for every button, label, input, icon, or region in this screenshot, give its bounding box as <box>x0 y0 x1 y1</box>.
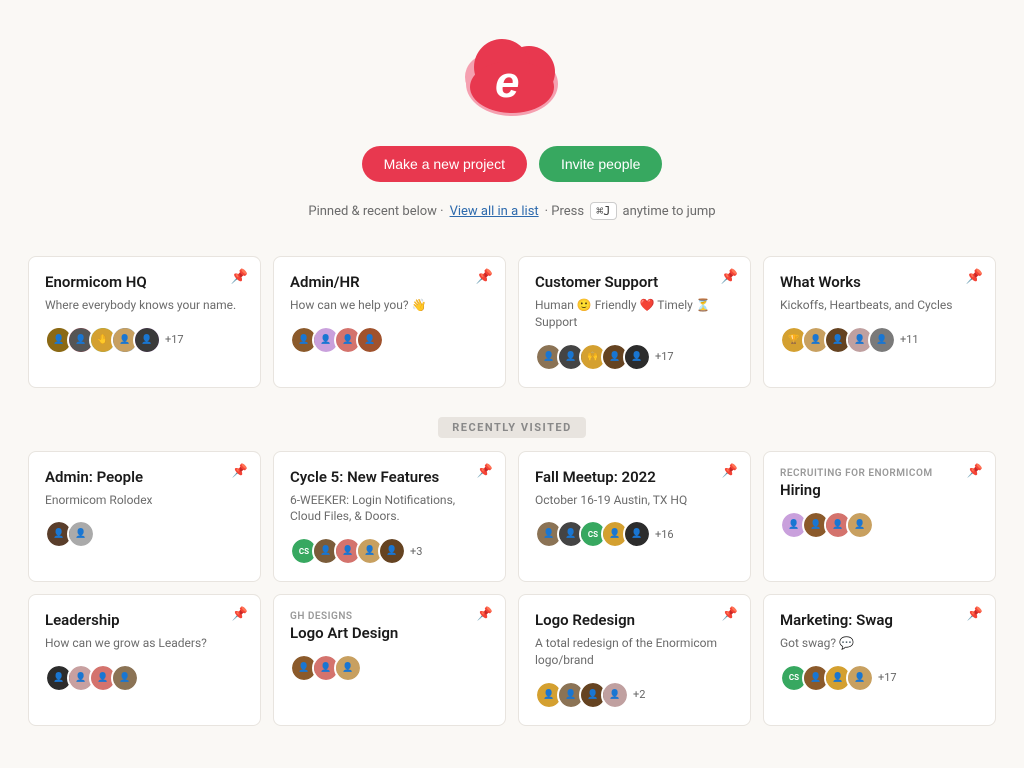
card-title: Enormicom HQ <box>45 273 244 291</box>
card-title: Marketing: Swag <box>780 611 979 629</box>
invite-people-button[interactable]: Invite people <box>539 146 662 182</box>
project-card-leadership[interactable]: 📌 Leadership How can we grow as Leaders?… <box>28 594 261 726</box>
pin-icon: 📌 <box>967 607 983 622</box>
pin-icon: 📌 <box>966 269 983 285</box>
avatar: 👤 <box>623 520 651 548</box>
project-card-admin-hr[interactable]: 📌 Admin/HR How can we help you? 👋 👤 👤 👤 … <box>273 256 506 388</box>
card-description: A total redesign of the Enormicom logo/b… <box>535 635 734 669</box>
pinned-text-after: · Press <box>545 204 584 219</box>
avatar: 👤 <box>334 654 362 682</box>
card-description: How can we help you? 👋 <box>290 297 489 314</box>
card-description: 6-WEEKER: Login Notifications, Cloud Fil… <box>290 492 489 526</box>
action-buttons: Make a new project Invite people <box>362 146 663 182</box>
project-card-fall-meetup[interactable]: 📌 Fall Meetup: 2022 October 16-19 Austin… <box>518 451 751 583</box>
pin-icon: 📌 <box>477 607 493 622</box>
avatar-group: 👤 👤 👤 👤 <box>290 326 489 354</box>
avatar: 👤 <box>846 664 874 692</box>
main-content: 📌 Enormicom HQ Where everybody knows you… <box>0 256 1024 750</box>
pinned-text-before: Pinned & recent below · <box>308 204 443 219</box>
avatar-group: 👤 👤 🙌 👤 👤 +17 <box>535 343 734 371</box>
avatar-count: +16 <box>655 528 674 541</box>
pin-icon: 📌 <box>477 464 493 479</box>
card-title: Cycle 5: New Features <box>290 468 489 486</box>
card-title: What Works <box>780 273 979 291</box>
card-title: Logo Redesign <box>535 611 734 629</box>
card-title: Leadership <box>45 611 244 629</box>
project-card-hiring[interactable]: 📌 RECRUITING FOR ENORMICOM Hiring 👤 👤 👤 … <box>763 451 996 583</box>
pin-icon: 📌 <box>476 269 493 285</box>
pin-icon: 📌 <box>967 464 983 479</box>
recent-projects-grid: 📌 Admin: People Enormicom Rolodex 👤 👤 📌 … <box>28 451 996 726</box>
avatar: 👤 <box>356 326 384 354</box>
avatar-group: CS 👤 👤 👤 +17 <box>780 664 979 692</box>
avatar: 👤 <box>601 681 629 709</box>
avatar: 👤 <box>846 511 874 539</box>
view-all-link[interactable]: View all in a list <box>450 204 539 219</box>
card-description: Enormicom Rolodex <box>45 492 244 509</box>
card-meta: GH DESIGNS <box>290 611 489 622</box>
new-project-button[interactable]: Make a new project <box>362 146 527 182</box>
avatar: 👤 <box>623 343 651 371</box>
card-description: Kickoffs, Heartbeats, and Cycles <box>780 297 979 314</box>
avatar: 👤 <box>868 326 896 354</box>
pinned-text-end: anytime to jump <box>623 204 716 219</box>
avatar-group: 👤 👤 👤 👤 +2 <box>535 681 734 709</box>
pin-icon: 📌 <box>722 464 738 479</box>
card-title: Fall Meetup: 2022 <box>535 468 734 486</box>
recently-visited-label: RECENTLY VISITED <box>28 416 996 435</box>
avatar: 👤 <box>67 520 95 548</box>
avatar-count: +17 <box>878 671 897 684</box>
pin-icon: 📌 <box>231 269 248 285</box>
avatar-group: 👤 👤 <box>45 520 244 548</box>
avatar-group: 👤 👤 👤 👤 <box>780 511 979 539</box>
avatar-count: +3 <box>410 545 422 558</box>
project-card-what-works[interactable]: 📌 What Works Kickoffs, Heartbeats, and C… <box>763 256 996 388</box>
card-title: Hiring <box>780 481 979 499</box>
avatar-count: +11 <box>900 333 919 346</box>
project-card-cycle5[interactable]: 📌 Cycle 5: New Features 6-WEEKER: Login … <box>273 451 506 583</box>
card-description: Got swag? 💬 <box>780 635 979 652</box>
avatar-count: +2 <box>633 688 645 701</box>
pin-icon: 📌 <box>721 269 738 285</box>
pin-icon: 📌 <box>722 607 738 622</box>
card-title: Admin: People <box>45 468 244 486</box>
avatar: 👤 <box>378 537 406 565</box>
avatar-group: 👤 👤 👤 <box>290 654 489 682</box>
card-description: October 16-19 Austin, TX HQ <box>535 492 734 509</box>
card-title: Admin/HR <box>290 273 489 291</box>
project-card-enormicom-hq[interactable]: 📌 Enormicom HQ Where everybody knows you… <box>28 256 261 388</box>
avatar: 👤 <box>111 664 139 692</box>
project-card-customer-support[interactable]: 📌 Customer Support Human 🙂 Friendly ❤️ T… <box>518 256 751 388</box>
pin-icon: 📌 <box>232 464 248 479</box>
card-title: Logo Art Design <box>290 624 489 642</box>
card-description: Where everybody knows your name. <box>45 297 244 314</box>
card-meta: RECRUITING FOR ENORMICOM <box>780 468 979 479</box>
card-description: Human 🙂 Friendly ❤️ Timely ⏳ Support <box>535 297 734 331</box>
avatar-count: +17 <box>655 350 674 363</box>
project-card-admin-people[interactable]: 📌 Admin: People Enormicom Rolodex 👤 👤 <box>28 451 261 583</box>
avatar-group: 👤 👤 🤚 👤 👤 +17 <box>45 326 244 354</box>
logo: e <box>457 32 567 126</box>
project-card-logo-redesign[interactable]: 📌 Logo Redesign A total redesign of the … <box>518 594 751 726</box>
svg-text:e: e <box>495 58 519 107</box>
avatar-count: +17 <box>165 333 184 346</box>
pin-icon: 📌 <box>232 607 248 622</box>
pinned-notice: Pinned & recent below · View all in a li… <box>308 202 715 220</box>
avatar-group: 👤 👤 👤 👤 <box>45 664 244 692</box>
avatar: 👤 <box>133 326 161 354</box>
project-card-marketing-swag[interactable]: 📌 Marketing: Swag Got swag? 💬 CS 👤 👤 👤 +… <box>763 594 996 726</box>
card-description: How can we grow as Leaders? <box>45 635 244 652</box>
avatar-group: 🏆 👤 👤 👤 👤 +11 <box>780 326 979 354</box>
keyboard-shortcut: ⌘J <box>590 202 616 220</box>
avatar-group: 👤 👤 CS 👤 👤 +16 <box>535 520 734 548</box>
project-card-logo-art[interactable]: 📌 GH DESIGNS Logo Art Design 👤 👤 👤 <box>273 594 506 726</box>
card-title: Customer Support <box>535 273 734 291</box>
page-header: e Make a new project Invite people Pinne… <box>0 0 1024 256</box>
avatar-group: CS 👤 👤 👤 👤 +3 <box>290 537 489 565</box>
pinned-projects-grid: 📌 Enormicom HQ Where everybody knows you… <box>28 256 996 388</box>
